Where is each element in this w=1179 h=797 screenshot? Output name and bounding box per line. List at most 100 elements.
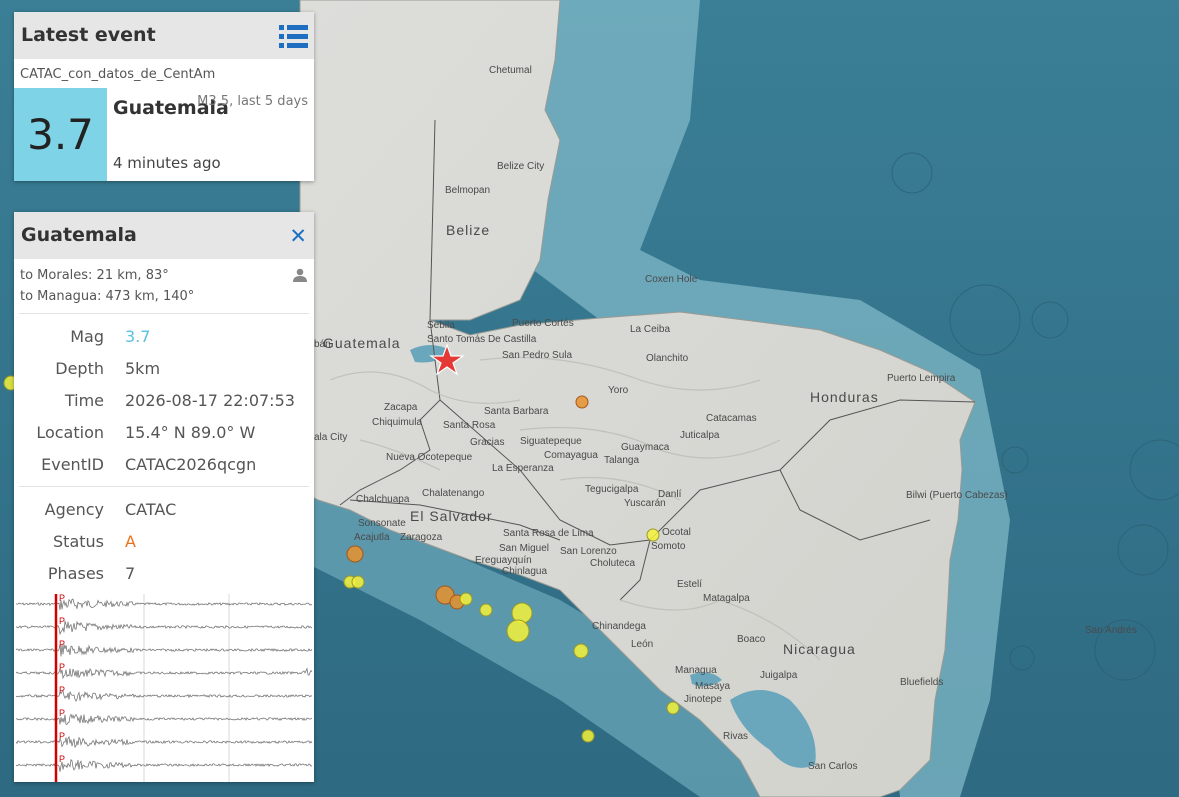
phases-label: Phases [47, 564, 104, 583]
time-value: 2026-08-17 22:07:53 [125, 391, 295, 410]
place-label: Chinandega [592, 621, 646, 632]
divider [19, 313, 309, 314]
place-label: San Andrés [1085, 625, 1137, 636]
place-label: Siguatepeque [520, 436, 582, 447]
distance-line-1: to Morales: 21 km, 83° [20, 268, 169, 283]
place-label: Estelí [677, 579, 702, 590]
place-label: Ocotal [662, 527, 691, 538]
place-label: Bluefields [900, 677, 943, 688]
status-label: Status [53, 532, 104, 551]
place-label: Catacamas [706, 413, 757, 424]
quake-marker[interactable] [575, 395, 589, 409]
place-label: La Ceiba [630, 324, 670, 335]
event-summary: M3.5, last 5 days [197, 94, 308, 109]
quake-marker[interactable] [646, 528, 660, 542]
mag-value: 3.7 [125, 327, 151, 346]
quake-marker[interactable] [666, 701, 680, 715]
place-label: Yuscarán [624, 498, 666, 509]
quake-marker[interactable] [459, 592, 473, 606]
place-label: La Esperanza [492, 463, 554, 474]
place-label: Yoro [608, 385, 629, 396]
network-name: CATAC_con_datos_de_CentAm [20, 67, 216, 82]
place-label: Sonsonate [358, 518, 406, 529]
latest-event-title: Latest event [21, 24, 156, 46]
country-label-el-salvador: El Salvador [410, 508, 493, 524]
place-label: ala City [314, 432, 347, 443]
place-label: Rivas [723, 731, 748, 742]
place-label: Belize City [497, 161, 544, 172]
quake-marker[interactable] [346, 545, 364, 563]
status-value: A [125, 532, 136, 551]
detail-title: Guatemala [21, 224, 137, 246]
place-label: Zacapa [384, 402, 418, 413]
place-label: Olanchito [646, 353, 689, 364]
distance-line-2: to Managua: 473 km, 140° [20, 289, 195, 304]
place-label: Chiquimula [372, 417, 422, 428]
place-label: Matagalpa [703, 593, 750, 604]
quake-marker[interactable] [351, 575, 365, 589]
place-label: San Miguel [499, 543, 549, 554]
place-label: Choluteca [590, 558, 635, 569]
detail-header: Guatemala ✕ [14, 212, 314, 259]
waveform-plot[interactable]: P P P P P P P P [14, 594, 314, 782]
latest-event-panel[interactable]: Latest event CATAC_con_datos_de_CentAm 3… [14, 12, 314, 181]
place-label: Sebila [427, 320, 455, 331]
location-label: Location [36, 423, 104, 442]
place-label: Somoto [651, 541, 686, 552]
agency-value: CATAC [125, 500, 177, 519]
user-icon[interactable] [293, 268, 307, 282]
place-label: León [631, 639, 653, 650]
country-label-honduras: Honduras [810, 389, 879, 405]
p-pick-label: P [59, 731, 65, 741]
place-label: Chetumal [489, 65, 532, 76]
quake-marker[interactable] [506, 619, 530, 643]
depth-label: Depth [55, 359, 104, 378]
place-label: Boaco [737, 634, 766, 645]
location-value: 15.4° N 89.0° W [125, 423, 256, 442]
place-label: Tegucigalpa [585, 484, 639, 495]
list-icon[interactable] [279, 24, 308, 50]
place-label: San Lorenzo [560, 546, 617, 557]
place-label: Chalatenango [422, 488, 485, 499]
eventid-value: CATAC2026qcgn [125, 455, 257, 474]
place-label: Acajutla [354, 532, 390, 543]
quake-marker[interactable] [581, 729, 595, 743]
place-label: Guaymaca [621, 442, 670, 453]
place-label: Santa Rosa de Lima [503, 528, 594, 539]
place-label: Comayagua [544, 450, 598, 461]
place-label: Gracias [470, 437, 504, 448]
place-label: Ereguayquín [475, 555, 532, 566]
p-pick-label: P [59, 639, 65, 649]
place-label: Zaragoza [400, 532, 443, 543]
place-label: Juticalpa [680, 430, 720, 441]
place-label: Chalchuapa [356, 494, 410, 505]
p-pick-label: P [59, 685, 65, 695]
place-label: Puerto Lempira [887, 373, 956, 384]
place-label: San Carlos [808, 761, 857, 772]
place-label: Bilwi (Puerto Cabezas) [906, 490, 1008, 501]
mag-label: Mag [70, 327, 104, 346]
quake-marker[interactable] [479, 603, 493, 617]
place-label: Santa Rosa [443, 420, 496, 431]
quake-marker[interactable] [573, 643, 589, 659]
place-label: Juigalpa [760, 670, 798, 681]
place-label: Chinlagua [502, 566, 547, 577]
country-label-belize: Belize [446, 222, 490, 238]
depth-value: 5km [125, 359, 161, 378]
p-pick-label: P [59, 616, 65, 626]
magnitude-badge[interactable]: 3.7 [14, 88, 107, 181]
event-time-ago: 4 minutes ago [113, 154, 221, 172]
close-icon[interactable]: ✕ [289, 226, 307, 247]
place-label: Nueva Ocotepeque [386, 452, 473, 463]
place-label: Talanga [604, 455, 639, 466]
p-pick-label: P [59, 754, 65, 764]
place-label: Santa Barbara [484, 406, 549, 417]
event-detail-panel[interactable]: Guatemala ✕ to Morales: 21 km, 83° to Ma… [14, 212, 314, 782]
phases-value: 7 [125, 564, 136, 583]
p-pick-label: P [59, 594, 65, 603]
divider [19, 486, 309, 487]
place-label: San Pedro Sula [502, 350, 572, 361]
place-label: Coxen Hole [645, 274, 698, 285]
place-label: Managua [675, 665, 717, 676]
place-label: Puerto Cortés [512, 318, 574, 329]
